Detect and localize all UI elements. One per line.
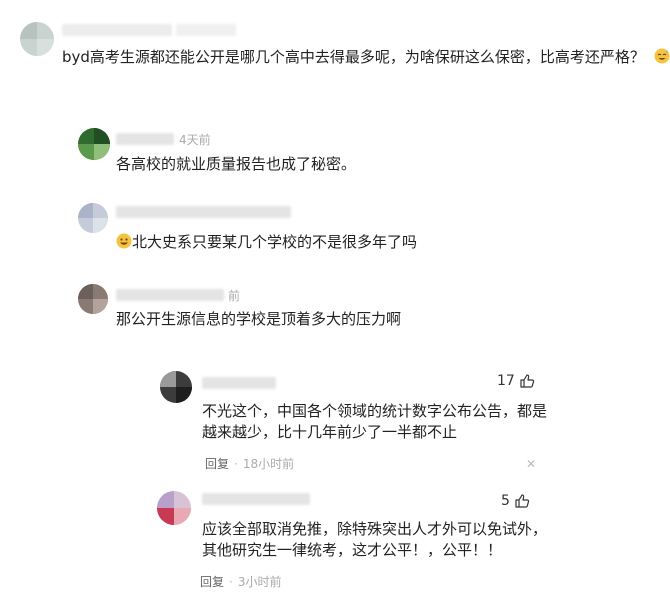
like-button[interactable]: 17 [497, 373, 535, 389]
comment-time: 4天前 [179, 133, 211, 147]
comment-avatar[interactable] [78, 284, 108, 314]
reply-text-line: 其他研究生一律统考，这才公平！，公平！！ [202, 541, 503, 559]
comment-text: 那公开生源信息的学校是顶着多大的压力啊 [116, 310, 402, 328]
comment-username[interactable] [116, 289, 224, 301]
post-username[interactable] [62, 24, 172, 36]
close-icon[interactable]: ✕ [526, 457, 536, 471]
reply-button[interactable]: 回复 [205, 457, 229, 471]
reply-time: 3小时前 [237, 575, 282, 589]
grin-emoji [116, 233, 132, 249]
reply-button[interactable]: 回复 [200, 575, 224, 589]
reply-username[interactable] [202, 493, 310, 505]
like-count: 17 [497, 373, 515, 389]
comment-avatar[interactable] [78, 128, 110, 160]
like-count: 5 [501, 493, 510, 509]
comment-time: 前 [228, 289, 241, 303]
like-button[interactable]: 5 [501, 493, 530, 509]
thumbs-up-icon [515, 494, 530, 508]
reply-avatar[interactable] [157, 491, 191, 525]
post-avatar[interactable] [20, 22, 54, 56]
comment-avatar[interactable] [78, 203, 108, 233]
reply-time: 18小时前 [242, 457, 295, 471]
post-meta [176, 24, 236, 36]
reply-avatar[interactable] [160, 371, 192, 403]
reply-footer: 回复 · 18小时前 [205, 457, 295, 471]
reply-text-line: 越来越少，比十几年前少了一半都不止 [202, 423, 458, 441]
comment-username[interactable] [116, 133, 174, 145]
thumbs-up-icon [520, 374, 534, 388]
post-text: byd高考生源都还能公开是哪几个高中去得最多呢，为啥保研这么保密，比高考还严格？ [62, 44, 670, 70]
comment-text: 各高校的就业质量报告也成了秘密。 [116, 155, 357, 173]
reply-footer: 回复 · 3小时前 [200, 575, 282, 589]
comment-text: 北大史系只要某几个学校的不是很多年了吗 [116, 229, 417, 255]
reply-username[interactable] [202, 377, 276, 389]
comment-username[interactable] [116, 206, 291, 218]
sweat-smile-emoji [654, 48, 670, 64]
